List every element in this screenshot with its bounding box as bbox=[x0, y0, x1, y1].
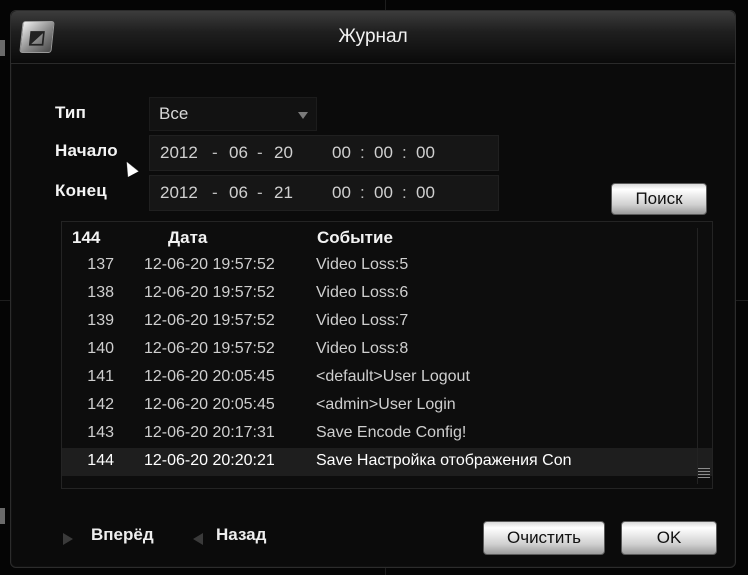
ok-button[interactable]: OK bbox=[621, 521, 717, 555]
log-row-number: 141 bbox=[87, 368, 114, 385]
window-title: Журнал bbox=[338, 26, 408, 47]
log-count: 144 bbox=[72, 228, 101, 247]
log-list: 144 Дата Событие 137 12-06-20 19:57:52 V… bbox=[61, 221, 713, 489]
start-month[interactable]: 06 bbox=[229, 136, 248, 170]
log-row-event: <default>User Logout bbox=[316, 368, 470, 385]
date-column-header: Дата bbox=[168, 228, 208, 247]
type-select-value: Все bbox=[159, 104, 189, 123]
log-row[interactable]: 137 12-06-20 19:57:52 Video Loss:5 bbox=[62, 252, 712, 280]
log-row-date: 12-06-20 20:05:45 bbox=[144, 396, 275, 413]
chevron-down-icon bbox=[298, 112, 308, 119]
screen-edge-mark bbox=[0, 40, 5, 56]
end-minute[interactable]: 00 bbox=[374, 176, 393, 210]
log-row[interactable]: 142 12-06-20 20:05:45 <admin>User Login bbox=[62, 392, 712, 420]
log-row[interactable]: 141 12-06-20 20:05:45 <default>User Logo… bbox=[62, 364, 712, 392]
start-second[interactable]: 00 bbox=[416, 136, 435, 170]
log-row-event: Save Encode Config! bbox=[316, 424, 467, 441]
title-bar: ◩ Журнал bbox=[11, 11, 735, 64]
start-label: Начало bbox=[55, 141, 118, 160]
end-second[interactable]: 00 bbox=[416, 176, 435, 210]
log-row-number: 138 bbox=[87, 284, 114, 301]
time-separator: : bbox=[402, 143, 407, 162]
log-row[interactable]: 139 12-06-20 19:57:52 Video Loss:7 bbox=[62, 308, 712, 336]
type-select[interactable]: Все bbox=[149, 97, 317, 131]
date-separator: - bbox=[212, 183, 218, 202]
time-separator: : bbox=[402, 183, 407, 202]
prev-page-link[interactable]: Назад bbox=[216, 525, 266, 545]
log-row-number: 140 bbox=[87, 340, 114, 357]
start-hour[interactable]: 00 bbox=[332, 136, 351, 170]
start-year[interactable]: 2012 bbox=[160, 136, 198, 170]
log-row-number: 143 bbox=[87, 424, 114, 441]
search-button[interactable]: Поиск bbox=[611, 183, 707, 215]
end-month[interactable]: 06 bbox=[229, 176, 248, 210]
arrow-right-icon bbox=[63, 533, 73, 545]
scrollbar-thumb[interactable] bbox=[698, 468, 710, 478]
next-page-link[interactable]: Вперёд bbox=[91, 525, 154, 545]
log-row[interactable]: 138 12-06-20 19:57:52 Video Loss:6 bbox=[62, 280, 712, 308]
end-datetime-field[interactable]: 2012 - 06 - 21 00 : 00 : 00 bbox=[149, 175, 499, 211]
log-row[interactable]: 143 12-06-20 20:17:31 Save Encode Config… bbox=[62, 420, 712, 448]
log-row-date: 12-06-20 20:17:31 bbox=[144, 424, 275, 441]
end-label: Конец bbox=[55, 181, 107, 200]
time-separator: : bbox=[360, 183, 365, 202]
log-row-event: <admin>User Login bbox=[316, 396, 456, 413]
log-row-date: 12-06-20 19:57:52 bbox=[144, 256, 275, 273]
log-row-event: Video Loss:5 bbox=[316, 256, 409, 273]
date-separator: - bbox=[257, 143, 263, 162]
log-row-date: 12-06-20 19:57:52 bbox=[144, 284, 275, 301]
log-row-number: 137 bbox=[87, 256, 114, 273]
screen-edge-mark bbox=[0, 508, 5, 524]
log-dialog: ◩ Журнал Тип Все Начало 2012 - 06 - 20 0… bbox=[10, 10, 736, 568]
log-row-event: Video Loss:8 bbox=[316, 340, 409, 357]
log-list-scrollbar[interactable] bbox=[697, 228, 710, 484]
log-row-number: 144 bbox=[87, 452, 114, 469]
log-row-event: Video Loss:6 bbox=[316, 284, 409, 301]
type-label: Тип bbox=[55, 103, 87, 122]
log-row-date: 12-06-20 19:57:52 bbox=[144, 340, 275, 357]
clear-button[interactable]: Очистить bbox=[483, 521, 605, 555]
dvr-screen: ◩ Журнал Тип Все Начало 2012 - 06 - 20 0… bbox=[0, 0, 748, 575]
cursor-arrow-icon bbox=[121, 159, 139, 177]
log-row[interactable]: 140 12-06-20 19:57:52 Video Loss:8 bbox=[62, 336, 712, 364]
end-hour[interactable]: 00 bbox=[332, 176, 351, 210]
date-separator: - bbox=[212, 143, 218, 162]
start-day[interactable]: 20 bbox=[274, 136, 293, 170]
date-separator: - bbox=[257, 183, 263, 202]
end-day[interactable]: 21 bbox=[274, 176, 293, 210]
end-year[interactable]: 2012 bbox=[160, 176, 198, 210]
log-row-event: Video Loss:7 bbox=[316, 312, 409, 329]
time-separator: : bbox=[360, 143, 365, 162]
log-list-header: 144 Дата Событие bbox=[62, 224, 712, 252]
log-row-selected[interactable]: 144 12-06-20 20:20:21 Save Настройка ото… bbox=[62, 448, 712, 476]
event-column-header: Событие bbox=[317, 228, 393, 247]
start-minute[interactable]: 00 bbox=[374, 136, 393, 170]
start-datetime-field[interactable]: 2012 - 06 - 20 00 : 00 : 00 bbox=[149, 135, 499, 171]
log-row-event: Save Настройка отображения Con bbox=[316, 452, 572, 469]
log-row-date: 12-06-20 20:20:21 bbox=[144, 452, 275, 469]
log-row-date: 12-06-20 20:05:45 bbox=[144, 368, 275, 385]
log-row-number: 139 bbox=[87, 312, 114, 329]
log-row-number: 142 bbox=[87, 396, 114, 413]
log-row-date: 12-06-20 19:57:52 bbox=[144, 312, 275, 329]
arrow-left-icon bbox=[193, 533, 203, 545]
